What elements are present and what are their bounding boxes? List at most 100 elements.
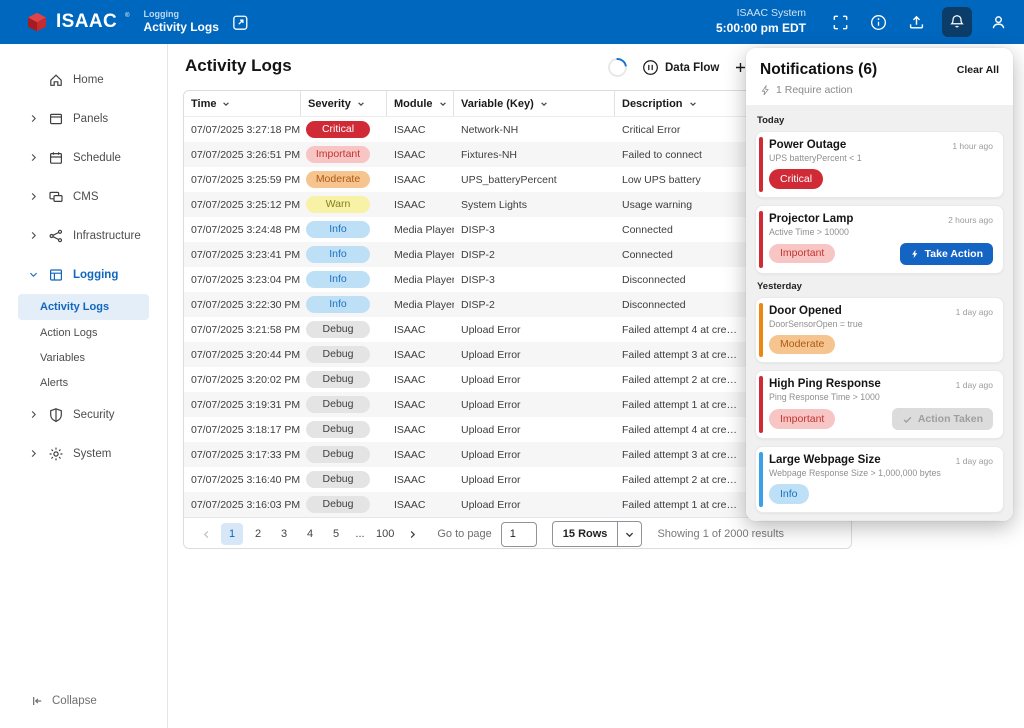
cell-time: 07/07/2025 3:20:44 PM [184, 349, 301, 361]
system-name: ISAAC System [716, 7, 806, 21]
upload-icon[interactable] [904, 10, 928, 34]
notification-card-top: High Ping Response1 day ago [769, 378, 993, 390]
cell-severity: Debug [301, 496, 387, 514]
page-number-1[interactable]: 1 [221, 523, 243, 545]
cell-module: ISAAC [387, 499, 454, 511]
page-number-3[interactable]: 3 [273, 523, 295, 545]
action-taken-label: Action Taken [918, 413, 983, 425]
notification-section-label: Yesterday [757, 281, 1002, 292]
notification-card-bottom: ImportantTake Action [769, 243, 993, 265]
sidebar-subitem-variables[interactable]: Variables [18, 345, 149, 370]
info-icon[interactable] [866, 10, 890, 34]
notification-card-high-ping-response[interactable]: High Ping Response1 day agoPing Response… [755, 370, 1004, 439]
sidebar-item-label: System [73, 448, 111, 460]
column-header-module[interactable]: Module [387, 91, 454, 116]
chevron-right-icon [27, 191, 39, 203]
sort-chevron-icon [221, 99, 231, 109]
cell-time: 07/07/2025 3:26:51 PM [184, 149, 301, 161]
cell-description: Failed attempt 2 at creating... [615, 474, 742, 486]
sidebar-item-system[interactable]: System [0, 434, 167, 473]
sidebar-item-security[interactable]: Security [0, 395, 167, 434]
cell-severity: Debug [301, 421, 387, 439]
sidebar-subitem-action-logs[interactable]: Action Logs [18, 320, 149, 345]
page-number-2[interactable]: 2 [247, 523, 269, 545]
brand-name: ISAAC [56, 11, 117, 33]
cell-description: Failed attempt 1 at creating... [615, 399, 742, 411]
cell-variable: Network-NH [454, 124, 615, 136]
notification-card-power-outage[interactable]: Power Outage1 hour agoUPS batteryPercent… [755, 131, 1004, 198]
severity-pill: Warn [306, 196, 370, 214]
cell-description: Connected [615, 224, 742, 236]
sidebar-subitem-alerts[interactable]: Alerts [18, 370, 149, 395]
page-number-5[interactable]: 5 [325, 523, 347, 545]
rows-per-page-value: 15 Rows [553, 528, 618, 540]
sidebar-collapse-button[interactable]: Collapse [30, 694, 97, 708]
bolt-icon [910, 249, 920, 259]
severity-pill: Moderate [306, 171, 370, 189]
notification-card-door-opened[interactable]: Door Opened1 day agoDoorSensorOpen = tru… [755, 297, 1004, 364]
cell-time: 07/07/2025 3:16:40 PM [184, 474, 301, 486]
sidebar-subitem-activity-logs[interactable]: Activity Logs [18, 294, 149, 320]
notification-timestamp: 1 day ago [956, 456, 993, 466]
sidebar-item-logging[interactable]: Logging [0, 255, 167, 294]
chevron-right-icon [27, 448, 39, 460]
sidebar-item-label: Infrastructure [73, 230, 141, 242]
cell-time: 07/07/2025 3:21:58 PM [184, 324, 301, 336]
severity-stripe [759, 376, 763, 433]
notification-card-bottom: Moderate [769, 335, 993, 355]
notification-timestamp: 1 hour ago [952, 141, 993, 151]
severity-pill: Important [306, 146, 370, 164]
cell-severity: Debug [301, 346, 387, 364]
page-number-4[interactable]: 4 [299, 523, 321, 545]
sidebar-item-panels[interactable]: Panels [0, 99, 167, 138]
notification-card-high-webpage-response-time[interactable]: High Webpage Response Time1 day agoWebpa… [755, 520, 1004, 522]
results-summary: Showing 1 of 2000 results [657, 528, 784, 540]
cell-description: Failed attempt 2 at creating... [615, 374, 742, 386]
severity-stripe [759, 452, 763, 507]
notification-condition: Active Time > 10000 [769, 227, 993, 237]
topbar-right-cluster: ISAAC System 5:00:00 pm EDT [716, 7, 1010, 37]
rows-per-page-select[interactable]: 15 Rows [552, 521, 643, 547]
cell-module: ISAAC [387, 124, 454, 136]
system-info: ISAAC System 5:00:00 pm EDT [716, 7, 806, 36]
take-action-button[interactable]: Take Action [900, 243, 993, 265]
cell-severity: Debug [301, 321, 387, 339]
cell-module: ISAAC [387, 374, 454, 386]
prev-page-button[interactable] [196, 523, 216, 545]
notification-card-large-webpage-size[interactable]: Large Webpage Size1 day ago Webpage Respo… [755, 446, 1004, 513]
next-page-button[interactable] [402, 523, 422, 545]
cell-time: 07/07/2025 3:25:59 PM [184, 174, 301, 186]
chevron-right-icon [27, 113, 39, 125]
notifications-bell-button[interactable] [942, 7, 972, 37]
notification-card-top: Large Webpage Size1 day ago [769, 454, 993, 466]
column-header-variable-key-[interactable]: Variable (Key) [454, 91, 615, 116]
breadcrumb: Logging Activity Logs [144, 9, 219, 34]
sidebar-item-cms[interactable]: CMS [0, 177, 167, 216]
sidebar-item-home[interactable]: Home [0, 60, 167, 99]
column-header-time[interactable]: Time [184, 91, 301, 116]
data-flow-toggle[interactable]: Data Flow [642, 59, 719, 76]
user-profile-icon[interactable] [986, 10, 1010, 34]
open-in-new-window-icon[interactable] [231, 13, 250, 32]
cell-description: Failed attempt 4 at creating... [615, 324, 742, 336]
breadcrumb-page: Activity Logs [144, 20, 219, 34]
cell-time: 07/07/2025 3:18:17 PM [184, 424, 301, 436]
go-to-page-input[interactable] [501, 522, 537, 547]
clear-all-button[interactable]: Clear All [957, 64, 999, 76]
severity-pill: Debug [306, 446, 370, 464]
sidebar-item-schedule[interactable]: Schedule [0, 138, 167, 177]
cell-variable: Upload Error [454, 349, 615, 361]
notification-condition: Webpage Response Size > 1,000,000 bytes [769, 468, 993, 478]
sidebar-item-infrastructure[interactable]: Infrastructure [0, 216, 167, 255]
cell-variable: UPS_batteryPercent [454, 174, 615, 186]
cell-severity: Info [301, 246, 387, 264]
severity-pill: Info [306, 296, 370, 314]
notifications-panel: Notifications (6) Clear All 1 Require ac… [746, 48, 1013, 521]
fullscreen-icon[interactable] [828, 10, 852, 34]
cell-module: ISAAC [387, 424, 454, 436]
check-icon [902, 414, 913, 425]
column-header-severity[interactable]: Severity [301, 91, 387, 116]
notification-condition: DoorSensorOpen = true [769, 319, 993, 329]
page-number-100[interactable]: 100 [373, 523, 397, 545]
notification-card-projector-lamp[interactable]: Projector Lamp2 hours agoActive Time > 1… [755, 205, 1004, 274]
